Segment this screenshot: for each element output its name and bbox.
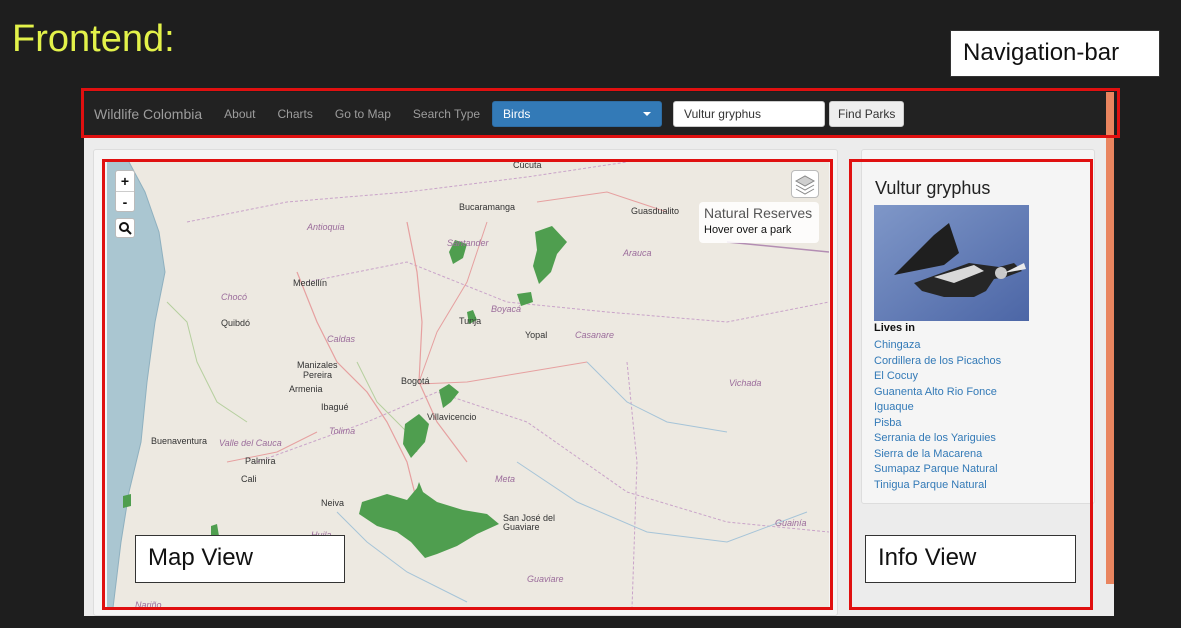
navigation-callout-label: Navigation-bar: [963, 39, 1120, 66]
nav-highlight: [81, 88, 1120, 138]
slide: Frontend: Navigation-bar Wildlife Colomb…: [0, 0, 1181, 628]
info-callout-label: Info View: [878, 544, 977, 571]
slide-title: Frontend:: [12, 18, 175, 60]
scrollbar[interactable]: [1106, 92, 1114, 584]
navigation-callout: Navigation-bar: [950, 30, 1160, 77]
info-callout: Info View: [865, 535, 1076, 583]
map-callout: Map View: [135, 535, 345, 583]
map-callout-label: Map View: [148, 544, 253, 571]
